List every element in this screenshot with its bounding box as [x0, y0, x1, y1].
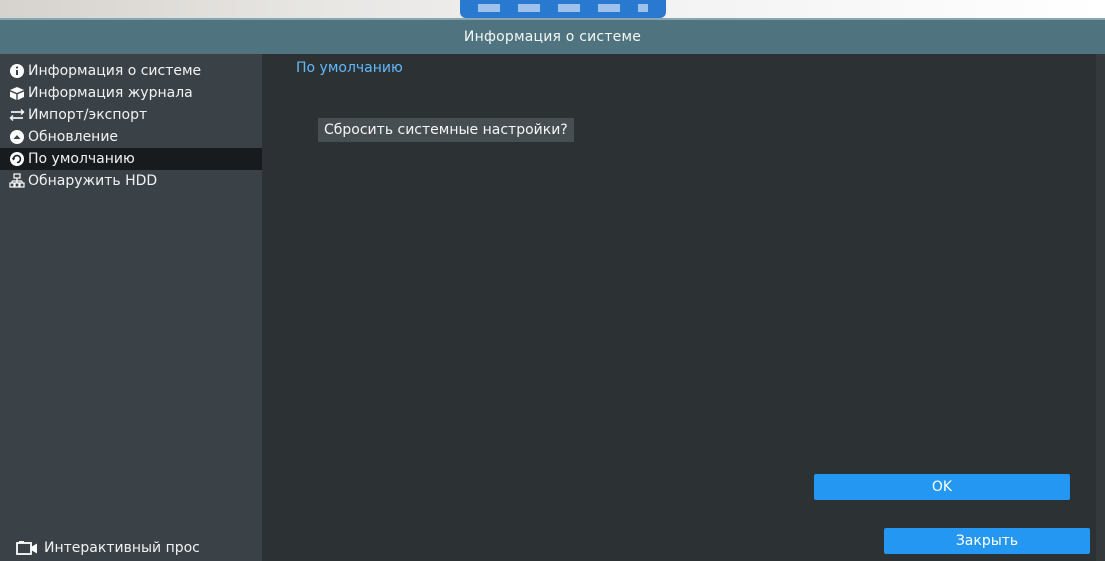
camera-icon [16, 540, 38, 556]
sidebar-item-label: Информация журнала [28, 85, 193, 101]
sidebar-item-label: Информация о системе [28, 63, 202, 79]
sidebar-item-label: Обнаружить HDD [28, 173, 158, 189]
update-icon [8, 129, 26, 145]
reset-icon [8, 151, 26, 167]
live-view-button[interactable]: Интерактивный прос [16, 540, 200, 556]
close-button[interactable]: Закрыть [884, 528, 1090, 554]
sidebar-item-label: По умолчанию [28, 151, 135, 167]
right-edge-shade [1096, 54, 1105, 561]
import-export-icon [8, 107, 26, 123]
sidebar-item-system-info[interactable]: Информация о системе [0, 60, 262, 82]
sidebar: Информация о системе Информация журнала [0, 54, 262, 561]
window-title: Информация о системе [463, 29, 642, 45]
system-info-window: Информация о системе Информация о систем… [0, 18, 1105, 561]
sidebar-item-import-export[interactable]: Импорт/экспорт [0, 104, 262, 126]
live-view-label: Интерактивный прос [44, 540, 200, 556]
journal-icon [8, 85, 26, 101]
info-icon [8, 63, 26, 79]
sidebar-item-log-info[interactable]: Информация журнала [0, 82, 262, 104]
reset-prompt: Сбросить системные настройки? [318, 118, 574, 142]
window-titlebar: Информация о системе [0, 18, 1105, 54]
ok-button[interactable]: OK [814, 474, 1070, 500]
hdd-icon [8, 173, 26, 189]
sidebar-item-default[interactable]: По умолчанию [0, 148, 262, 170]
sidebar-item-update[interactable]: Обновление [0, 126, 262, 148]
top-chip [460, 0, 666, 18]
sidebar-item-detect-hdd[interactable]: Обнаружить HDD [0, 170, 262, 192]
sidebar-item-label: Импорт/экспорт [28, 107, 148, 123]
content-panel: По умолчанию Сбросить системные настройк… [262, 54, 1105, 561]
sidebar-menu: Информация о системе Информация журнала [0, 60, 262, 192]
sidebar-item-label: Обновление [28, 129, 119, 145]
screen: Информация о системе Информация о систем… [0, 0, 1105, 561]
section-title: По умолчанию [296, 60, 403, 76]
